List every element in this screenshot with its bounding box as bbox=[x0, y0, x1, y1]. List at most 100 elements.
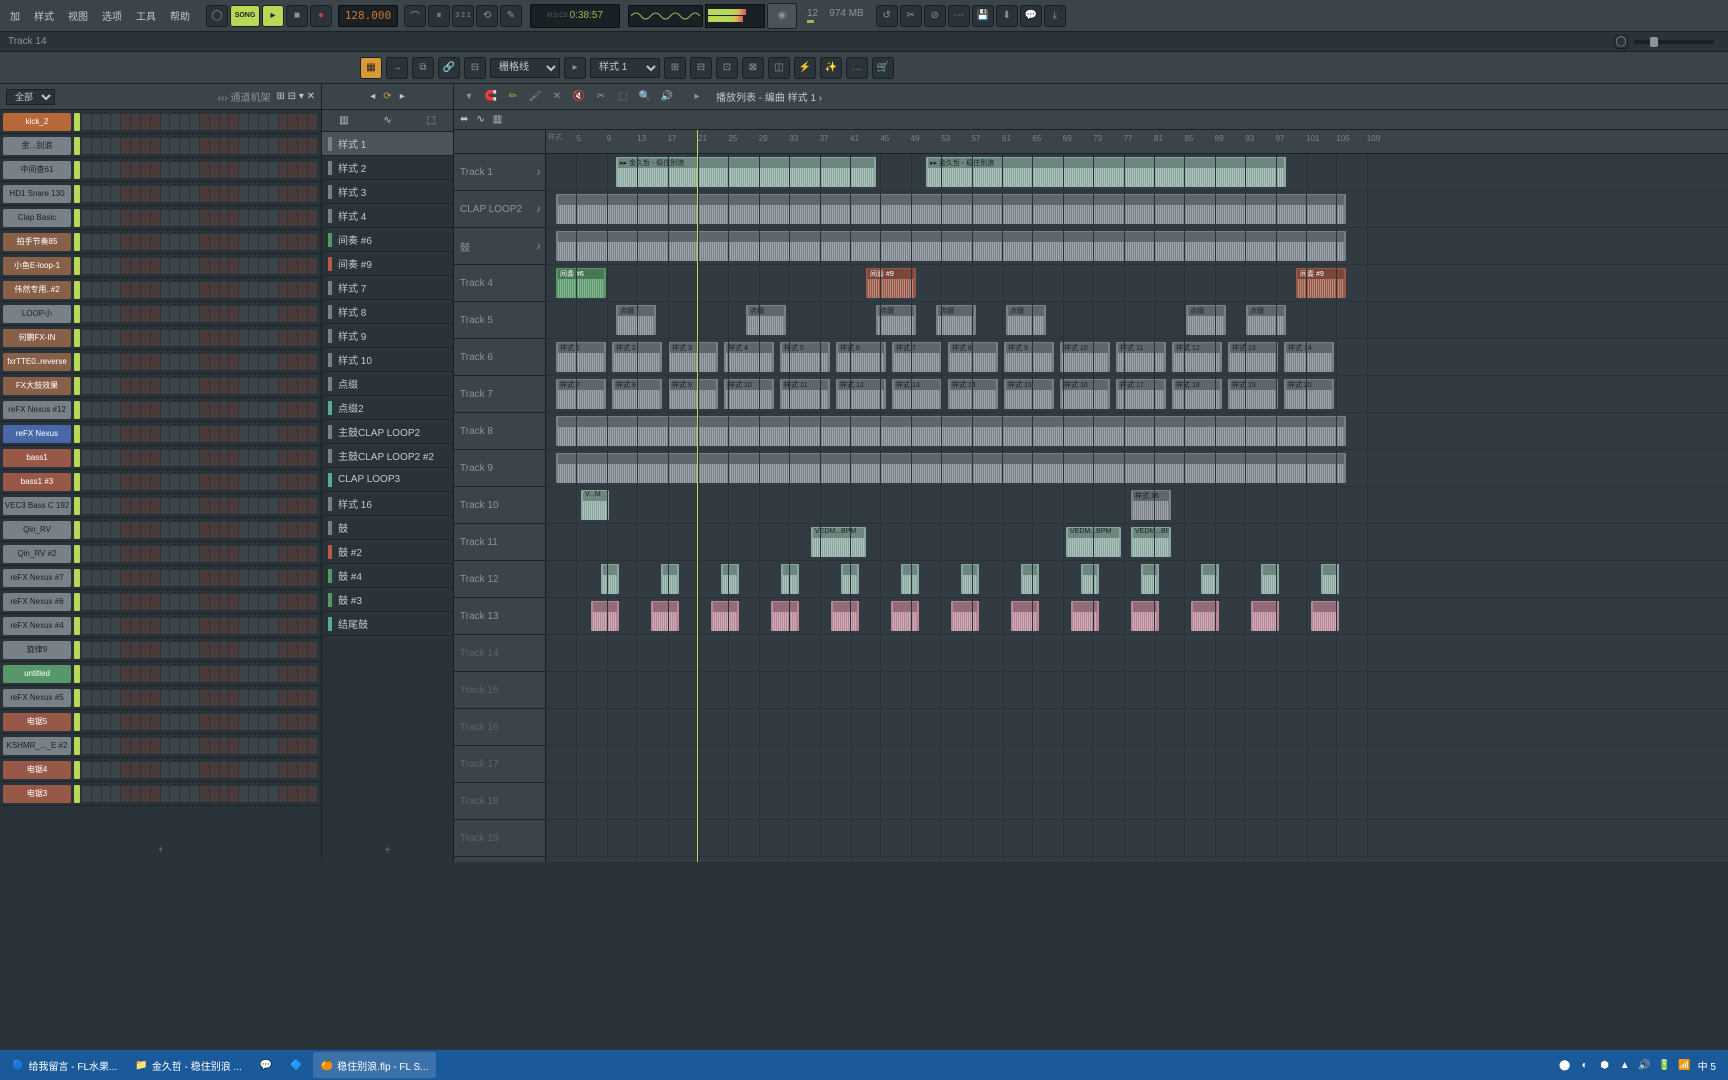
step-cell[interactable] bbox=[200, 738, 209, 754]
step-cell[interactable] bbox=[92, 162, 101, 178]
step-cell[interactable] bbox=[141, 354, 150, 370]
step-cell[interactable] bbox=[141, 522, 150, 538]
countdown-icon[interactable]: 3 2 1 bbox=[452, 5, 474, 27]
channel-row[interactable]: fxrTTE0..reverse bbox=[0, 350, 321, 374]
main-knob[interactable]: ◯ bbox=[206, 5, 228, 27]
step-cell[interactable] bbox=[92, 378, 101, 394]
step-cell[interactable] bbox=[161, 642, 170, 658]
step-cell[interactable] bbox=[220, 354, 229, 370]
step-cell[interactable] bbox=[121, 618, 130, 634]
step-cell[interactable] bbox=[102, 306, 111, 322]
step-cell[interactable] bbox=[92, 210, 101, 226]
playlist-clip[interactable]: 样式 5 bbox=[780, 342, 830, 372]
step-cell[interactable] bbox=[102, 186, 111, 202]
step-cell[interactable] bbox=[200, 234, 209, 250]
step-cell[interactable] bbox=[210, 786, 219, 802]
step-cell[interactable] bbox=[210, 354, 219, 370]
step-cell[interactable] bbox=[210, 258, 219, 274]
pattern-item[interactable]: 鼓 #3 bbox=[322, 588, 453, 612]
step-cell[interactable] bbox=[239, 474, 248, 490]
step-cell[interactable] bbox=[210, 210, 219, 226]
step-cell[interactable] bbox=[200, 714, 209, 730]
step-cell[interactable] bbox=[279, 666, 288, 682]
step-cell[interactable] bbox=[249, 762, 258, 778]
pattern-item[interactable]: 样式 4 bbox=[322, 204, 453, 228]
step-cell[interactable] bbox=[239, 570, 248, 586]
step-cell[interactable] bbox=[210, 138, 219, 154]
playlist-clip[interactable] bbox=[556, 231, 1346, 261]
channel-mute-led[interactable] bbox=[74, 377, 80, 395]
channel-button[interactable]: Clap Basic bbox=[3, 209, 71, 227]
step-cell[interactable] bbox=[141, 210, 150, 226]
channel-row[interactable]: HD1 Snare 130 bbox=[0, 182, 321, 206]
step-cell[interactable] bbox=[190, 450, 199, 466]
playlist-grid[interactable]: 样式 5913172125293337414549535761656973778… bbox=[546, 130, 1728, 862]
step-cell[interactable] bbox=[249, 474, 258, 490]
channel-row[interactable]: reFX Nexus #7 bbox=[0, 566, 321, 590]
step-cell[interactable] bbox=[161, 306, 170, 322]
step-cell[interactable] bbox=[131, 330, 140, 346]
step-cell[interactable] bbox=[121, 138, 130, 154]
step-cell[interactable] bbox=[180, 642, 189, 658]
step-cell[interactable] bbox=[161, 354, 170, 370]
channel-row[interactable]: KSHMR_..._E #2 bbox=[0, 734, 321, 758]
step-cell[interactable] bbox=[298, 474, 307, 490]
step-cell[interactable] bbox=[151, 138, 160, 154]
step-cell[interactable] bbox=[111, 738, 120, 754]
step-cell[interactable] bbox=[82, 762, 91, 778]
step-cell[interactable] bbox=[102, 522, 111, 538]
step-cell[interactable] bbox=[180, 282, 189, 298]
step-cell[interactable] bbox=[161, 618, 170, 634]
step-cell[interactable] bbox=[161, 546, 170, 562]
playlist-track[interactable]: ▸▸ 金久哲 - 稳住别浪▸▸ 金久哲 - 稳住别浪 bbox=[546, 154, 1728, 191]
step-cell[interactable] bbox=[269, 546, 278, 562]
step-cell[interactable] bbox=[298, 258, 307, 274]
step-cell[interactable] bbox=[298, 138, 307, 154]
step-cell[interactable] bbox=[200, 138, 209, 154]
step-cell[interactable] bbox=[288, 234, 297, 250]
step-cell[interactable] bbox=[111, 426, 120, 442]
step-cell[interactable] bbox=[259, 402, 268, 418]
step-cell[interactable] bbox=[229, 618, 238, 634]
step-cell[interactable] bbox=[102, 762, 111, 778]
step-cell[interactable] bbox=[298, 570, 307, 586]
channel-mute-led[interactable] bbox=[74, 545, 80, 563]
step-cell[interactable] bbox=[269, 522, 278, 538]
step-cell[interactable] bbox=[220, 282, 229, 298]
step-cell[interactable] bbox=[269, 234, 278, 250]
step-cell[interactable] bbox=[220, 258, 229, 274]
menu-help[interactable]: 帮助 bbox=[164, 4, 196, 27]
step-cell[interactable] bbox=[239, 618, 248, 634]
step-cell[interactable] bbox=[92, 306, 101, 322]
step-cell[interactable] bbox=[111, 354, 120, 370]
step-cell[interactable] bbox=[259, 138, 268, 154]
step-cell[interactable] bbox=[111, 186, 120, 202]
step-cell[interactable] bbox=[121, 570, 130, 586]
step-cell[interactable] bbox=[279, 594, 288, 610]
step-cell[interactable] bbox=[259, 234, 268, 250]
pattern-item[interactable]: 鼓 bbox=[322, 516, 453, 540]
tab-audio-icon[interactable]: ∿ bbox=[366, 110, 410, 131]
step-cell[interactable] bbox=[102, 114, 111, 130]
step-cell[interactable] bbox=[82, 594, 91, 610]
step-cell[interactable] bbox=[269, 258, 278, 274]
step-cell[interactable] bbox=[111, 666, 120, 682]
step-cell[interactable] bbox=[180, 402, 189, 418]
step-cell[interactable] bbox=[249, 570, 258, 586]
channel-row[interactable]: 中间查61 bbox=[0, 158, 321, 182]
tab-patterns-icon[interactable]: ▥ bbox=[322, 110, 366, 131]
step-cell[interactable] bbox=[151, 114, 160, 130]
zoom-slider[interactable] bbox=[1634, 40, 1714, 44]
step-cell[interactable] bbox=[210, 642, 219, 658]
step-cell[interactable] bbox=[161, 714, 170, 730]
step-cell[interactable] bbox=[190, 378, 199, 394]
step-cell[interactable] bbox=[200, 642, 209, 658]
step-cell[interactable] bbox=[259, 570, 268, 586]
step-cell[interactable] bbox=[180, 570, 189, 586]
step-cell[interactable] bbox=[279, 114, 288, 130]
step-cell[interactable] bbox=[279, 450, 288, 466]
step-cell[interactable] bbox=[151, 498, 160, 514]
step-cell[interactable] bbox=[121, 666, 130, 682]
step-cell[interactable] bbox=[121, 522, 130, 538]
step-cell[interactable] bbox=[308, 498, 317, 514]
